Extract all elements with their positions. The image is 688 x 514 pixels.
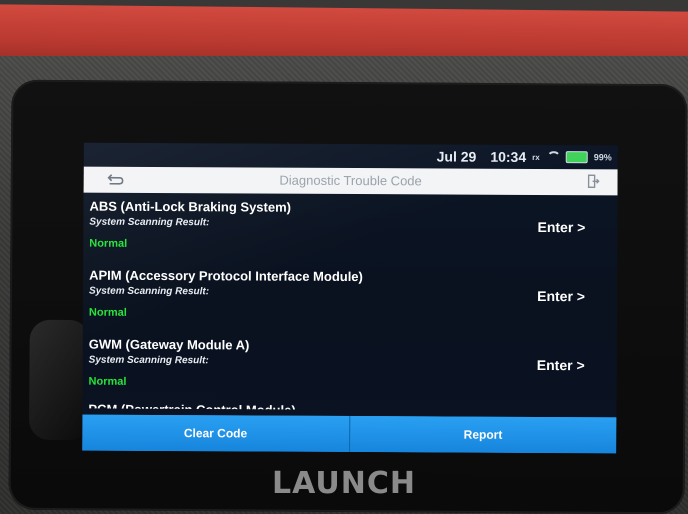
report-button[interactable]: Report	[349, 416, 617, 454]
scan-result: Normal	[88, 375, 127, 388]
enter-button[interactable]: Enter >	[537, 357, 585, 373]
action-bar: Clear Code Report	[82, 414, 617, 454]
clear-code-button[interactable]: Clear Code	[82, 414, 349, 452]
brand-logo: LAUNCH	[271, 466, 416, 501]
screen: Jul 29 10:34 rx 99% Diagnostic Trouble C…	[82, 142, 618, 454]
signal-label: rx	[532, 152, 540, 162]
enter-button[interactable]: Enter >	[537, 288, 585, 304]
system-subtitle: System Scanning Result:	[89, 285, 210, 298]
status-indicators: Jul 29 10:34 rx 99%	[437, 148, 612, 165]
device-photo: Jul 29 10:34 rx 99% Diagnostic Trouble C…	[0, 0, 688, 514]
system-name: APIM (Accessory Protocol Interface Modul…	[89, 267, 363, 285]
list-item-abs[interactable]: ABS (Anti-Lock Braking System) System Sc…	[83, 195, 617, 267]
bezel-glare	[28, 319, 90, 441]
system-subtitle: System Scanning Result:	[88, 354, 209, 367]
status-bar: Jul 29 10:34 rx 99%	[83, 142, 618, 170]
wifi-icon	[546, 151, 560, 163]
exit-icon[interactable]	[587, 174, 600, 188]
title-bar: Diagnostic Trouble Code	[83, 166, 618, 196]
status-date: Jul 29	[436, 148, 477, 165]
scan-result: Normal	[88, 306, 127, 319]
page-title: Diagnostic Trouble Code	[279, 172, 422, 189]
scan-result: Normal	[89, 237, 128, 250]
list-item-apim[interactable]: APIM (Accessory Protocol Interface Modul…	[83, 264, 617, 336]
battery-percent: 99%	[593, 152, 612, 163]
enter-button[interactable]: Enter >	[537, 219, 585, 235]
system-subtitle: System Scanning Result:	[89, 216, 210, 229]
battery-icon	[565, 151, 588, 164]
status-time: 10:34	[490, 148, 527, 165]
system-name: GWM (Gateway Module A)	[88, 336, 250, 353]
system-name: ABS (Anti-Lock Braking System)	[89, 198, 292, 215]
list-item-gwm[interactable]: GWM (Gateway Module A) System Scanning R…	[82, 333, 616, 405]
